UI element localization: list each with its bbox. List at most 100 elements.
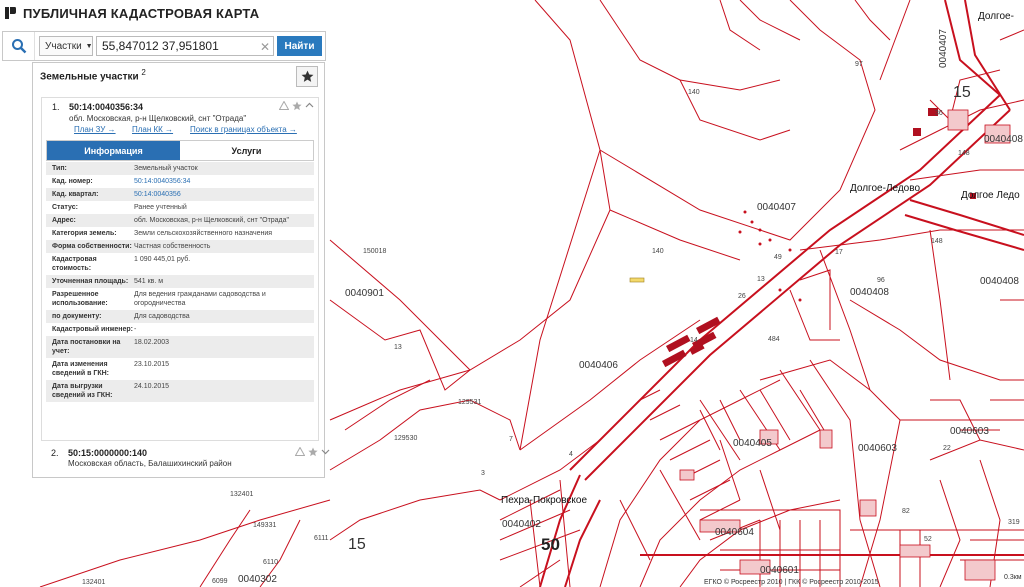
parcel-label: 148 — [931, 238, 943, 245]
parcel-label: 36 — [935, 110, 943, 117]
parcel-label: 149331 — [253, 522, 277, 529]
attribute-value: 18.02.2003 — [134, 339, 170, 346]
attribute-value: 1 090 445,01 руб. — [134, 256, 191, 263]
parcel-label: 52 — [924, 536, 932, 543]
attribute-row: Дата изменения сведений в ГКН: 23.10.2015 — [46, 358, 314, 380]
clear-icon[interactable]: ✕ — [260, 40, 270, 54]
result-index: 2. — [51, 448, 59, 458]
favorites-button[interactable] — [296, 66, 318, 87]
results-count: 2 — [141, 68, 146, 77]
attribute-row: Форма собственности: Частная собственност… — [46, 240, 314, 253]
parcel-label: 140 — [688, 89, 700, 96]
result-cad-number[interactable]: 50:15:0000000:140 — [68, 448, 147, 458]
attribute-value: Для садоводства — [134, 313, 190, 320]
app-title: ПУБЛИЧНАЯ КАДАСТРОВАЯ КАРТА — [23, 5, 260, 21]
parcel-label: 14 — [690, 337, 698, 344]
warning-icon[interactable] — [295, 447, 305, 456]
tab-services[interactable]: Услуги — [180, 141, 313, 160]
star-icon[interactable] — [292, 101, 302, 111]
attribute-row: Дата постановки на учет: 18.02.2003 — [46, 336, 314, 358]
search-in-bounds-link[interactable]: Поиск в границах объекта → — [190, 125, 297, 134]
quarter-label: 0040408 — [980, 276, 1019, 287]
road-number: 15 — [953, 84, 971, 101]
find-button[interactable]: Найти — [277, 36, 322, 56]
attribute-value: Частная собственность — [134, 243, 211, 250]
plan-zu-link[interactable]: План ЗУ → — [74, 125, 116, 134]
attribute-row: Кад. номер: 50:14:0040356:34 — [46, 175, 314, 188]
chevron-down-icon: ▼ — [85, 42, 93, 50]
parcel-label: 140 — [652, 248, 664, 255]
attribute-row: по документу: Для садоводства — [46, 310, 314, 323]
parcel-label: 22 — [943, 445, 951, 452]
attribute-value: 23.10.2015 — [134, 361, 170, 368]
quarter-label: 0040302 — [238, 574, 277, 585]
attribute-value[interactable]: 50:14:0040356 — [134, 190, 314, 199]
attribute-row: Уточненная площадь: 541 кв. м — [46, 275, 314, 288]
cadastre-logo-icon — [5, 7, 16, 19]
plan-kk-link[interactable]: План КК → — [132, 125, 173, 134]
search-icon[interactable] — [3, 32, 35, 60]
road-number: 50 — [541, 535, 560, 554]
place-label: Пехра-Покровское — [501, 495, 588, 506]
attribute-row: Адрес: обл. Московская, р-н Щелковский, с… — [46, 214, 314, 227]
parcel-label: 129530 — [394, 435, 418, 442]
quarter-label: 0040603 — [950, 426, 989, 437]
chevron-down-icon[interactable] — [321, 447, 330, 456]
parcel-label: 26 — [738, 293, 746, 300]
quarter-label: 0040408 — [984, 134, 1023, 145]
parcel-label: 148 — [958, 150, 970, 157]
attribute-name: Статус: — [52, 204, 78, 211]
attribute-name: Форма собственности: — [52, 243, 132, 250]
parcel-label: 6099 — [212, 578, 228, 585]
attribute-row: Кад. квартал: 50:14:0040356 — [46, 188, 314, 201]
panel-title: Земельные участки 2 — [40, 68, 146, 82]
tab-info[interactable]: Информация — [47, 141, 180, 160]
object-type-label: Участки — [45, 40, 82, 52]
parcel-label: 49 — [774, 254, 782, 261]
object-type-select[interactable]: Участки ▼ — [39, 36, 93, 56]
attribute-value: Земли сельскохозяйственного назначения — [134, 230, 273, 237]
attribute-name: Тип: — [52, 165, 67, 172]
attribute-name: Кадастровая стоимость: — [52, 256, 97, 272]
attribute-name: по документу: — [52, 313, 102, 320]
parcel-label: 319 — [1008, 519, 1020, 526]
warning-icon[interactable] — [279, 101, 289, 110]
attribute-row: Дата выгрузки сведений из ГКН: 24.10.2015 — [46, 380, 314, 402]
parcel-label: 13 — [394, 344, 402, 351]
attribute-name: Дата постановки на учет: — [52, 339, 121, 355]
attribute-name: Уточненная площадь: — [52, 278, 129, 285]
attribute-value: Земельный участок — [134, 165, 198, 172]
star-icon[interactable] — [308, 447, 318, 457]
attribute-row: Кадастровая стоимость: 1 090 445,01 руб. — [46, 253, 314, 275]
result-address: Московская область, Балашихинский район — [68, 459, 232, 468]
place-label: Долгое- — [978, 11, 1014, 22]
attribute-value: 24.10.2015 — [134, 383, 170, 390]
result-tabs: Информация Услуги — [46, 140, 314, 161]
result-actions — [295, 447, 330, 457]
parcel-label: 97 — [855, 61, 863, 68]
search-input[interactable] — [96, 36, 274, 56]
road-number: 15 — [348, 536, 366, 553]
quarter-label: 0040901 — [345, 288, 384, 299]
attribute-row: Тип: Земельный участок — [46, 162, 314, 175]
parcel-label: 82 — [902, 508, 910, 515]
result-card: 1. 50:14:0040356:34 обл. Московская, р-н… — [41, 97, 319, 441]
attribute-value[interactable]: 50:14:0040356:34 — [134, 177, 314, 186]
parcel-label: 129531 — [458, 399, 482, 406]
map-page: Долгое-Ледово Долгое Ледо Пехра-Покровск… — [0, 0, 1024, 587]
panel-title-text: Земельные участки — [40, 71, 139, 83]
scale-label: 0.3км — [1004, 574, 1022, 581]
place-label: Долгое-Ледово — [850, 183, 921, 194]
copyright-text: ЕГКО © Росреестр 2010 | ГКК © Росреестр … — [704, 579, 879, 586]
chevron-up-icon[interactable] — [305, 101, 314, 110]
parcel-label: 13 — [757, 276, 765, 283]
quarter-label: 0040402 — [502, 519, 541, 530]
attribute-name: Дата выгрузки сведений из ГКН: — [52, 383, 113, 399]
result-cad-number[interactable]: 50:14:0040356:34 — [69, 102, 143, 112]
result-actions — [279, 101, 314, 111]
parcel-label: 6110 — [263, 559, 279, 566]
quarter-label: 0040408 — [850, 287, 889, 298]
parcel-label: 17 — [835, 249, 843, 256]
parcel-label: 484 — [768, 336, 780, 343]
app-header: ПУБЛИЧНАЯ КАДАСТРОВАЯ КАРТА — [0, 0, 259, 26]
